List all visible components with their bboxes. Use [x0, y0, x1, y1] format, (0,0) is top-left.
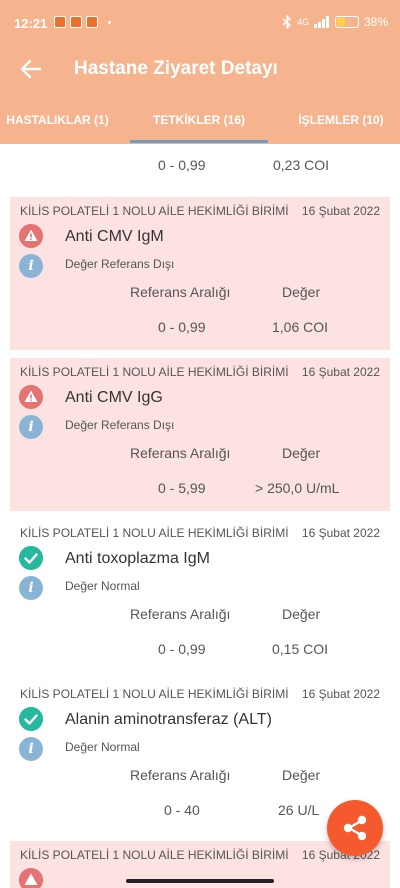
hospital-name: KİLİS POLATELİ 1 NOLU AİLE HEKİMLİĞİ BİR…: [20, 204, 289, 218]
notification-icon: [86, 16, 98, 28]
hospital-name: KİLİS POLATELİ 1 NOLU AİLE HEKİMLİĞİ BİR…: [20, 687, 289, 701]
test-name: Anti CMV IgM: [65, 228, 164, 245]
value-label: Değer: [282, 284, 321, 300]
result-date: 16 Şubat 2022: [301, 365, 380, 379]
tab-tetkikler[interactable]: TETKİKLER (16): [130, 96, 268, 144]
info-icon: i: [19, 415, 43, 439]
test-name: Anti toxoplazma IgM: [65, 550, 210, 567]
result-value: 26 U/L: [278, 802, 320, 818]
value-label: Değer: [282, 445, 321, 461]
notification-icon: [54, 16, 66, 28]
info-icon: i: [19, 254, 43, 278]
info-icon: i: [19, 576, 43, 600]
result-value: 0,15 COI: [272, 641, 329, 657]
share-button[interactable]: [327, 800, 383, 856]
home-indicator[interactable]: [126, 879, 274, 883]
reference-range-value: 0 - 0,99: [158, 157, 206, 173]
reference-range-label: Referans Aralığı: [130, 606, 231, 622]
warning-icon: [19, 224, 43, 248]
reference-range-value: 0 - 0,99: [158, 641, 206, 657]
reference-range-label: Referans Aralığı: [130, 445, 231, 461]
tab-islemler[interactable]: İŞLEMLER (10): [282, 96, 400, 144]
result-value: 1,06 COI: [272, 319, 329, 335]
value-label: Değer: [282, 767, 321, 783]
hospital-name: KİLİS POLATELİ 1 NOLU AİLE HEKİMLİĞİ BİR…: [20, 848, 289, 862]
reference-range-value: 0 - 40: [164, 802, 200, 818]
result-remark: Değer Normal: [65, 740, 140, 754]
tab-hastaliklar[interactable]: HASTALIKLAR (1): [0, 96, 115, 144]
hospital-name: KİLİS POLATELİ 1 NOLU AİLE HEKİMLİĞİ BİR…: [20, 526, 289, 540]
reference-range-label: Referans Aralığı: [130, 767, 231, 783]
test-name: Alanin aminotransferaz (ALT): [65, 711, 272, 728]
status-time: 12:21: [14, 16, 48, 31]
tab-indicator: [130, 140, 268, 143]
test-result-card[interactable]: KİLİS POLATELİ 1 NOLU AİLE HEKİMLİĞİ BİR…: [10, 197, 390, 350]
back-arrow-icon[interactable]: [18, 56, 44, 82]
result-date: 16 Şubat 2022: [301, 687, 380, 701]
reference-range-value: 0 - 5,99: [158, 480, 206, 496]
network-type: 4G: [296, 17, 309, 27]
tab-bar: HASTALIKLAR (1) TETKİKLER (16) İŞLEMLER …: [0, 96, 400, 144]
share-icon: [343, 815, 367, 841]
bluetooth-icon: [282, 15, 291, 29]
battery-percent: 38%: [363, 15, 388, 29]
info-icon: i: [19, 737, 43, 761]
result-value: > 250,0 U/mL: [255, 480, 340, 496]
result-value: 0,23 COI: [273, 157, 330, 173]
partial-result-row: 0 - 0,99 0,23 COI: [0, 144, 400, 188]
result-remark: Değer Referans Dışı: [65, 418, 175, 432]
value-label: Değer: [282, 606, 321, 622]
reference-range-label: Referans Aralığı: [130, 284, 231, 300]
test-name: Anti CMV IgG: [65, 389, 163, 406]
notification-icon: [70, 16, 82, 28]
page-title: Hastane Ziyaret Detayı: [74, 58, 278, 79]
result-date: 16 Şubat 2022: [301, 526, 380, 540]
reference-range-value: 0 - 0,99: [158, 319, 206, 335]
app-bar: Hastane Ziyaret Detayı: [0, 46, 400, 96]
status-bar: 12:21 4G 38%: [0, 0, 400, 46]
result-date: 16 Şubat 2022: [301, 204, 380, 218]
signal-icon: [313, 16, 329, 28]
test-results-list[interactable]: 0 - 0,99 0,23 COI KİLİS POLATELİ 1 NOLU …: [0, 144, 400, 888]
result-remark: Değer Normal: [65, 579, 140, 593]
hospital-name: KİLİS POLATELİ 1 NOLU AİLE HEKİMLİĞİ BİR…: [20, 365, 289, 379]
check-icon: [19, 707, 43, 731]
warning-icon: [19, 385, 43, 409]
result-remark: Değer Referans Dışı: [65, 257, 175, 271]
check-icon: [19, 546, 43, 570]
battery-icon: [334, 16, 359, 28]
more-notifications-icon: [108, 21, 111, 24]
test-result-card[interactable]: KİLİS POLATELİ 1 NOLU AİLE HEKİMLİĞİ BİR…: [10, 519, 390, 672]
status-icons: 4G 38%: [282, 15, 388, 29]
warning-icon: [19, 868, 43, 888]
test-result-card[interactable]: KİLİS POLATELİ 1 NOLU AİLE HEKİMLİĞİ BİR…: [10, 358, 390, 511]
